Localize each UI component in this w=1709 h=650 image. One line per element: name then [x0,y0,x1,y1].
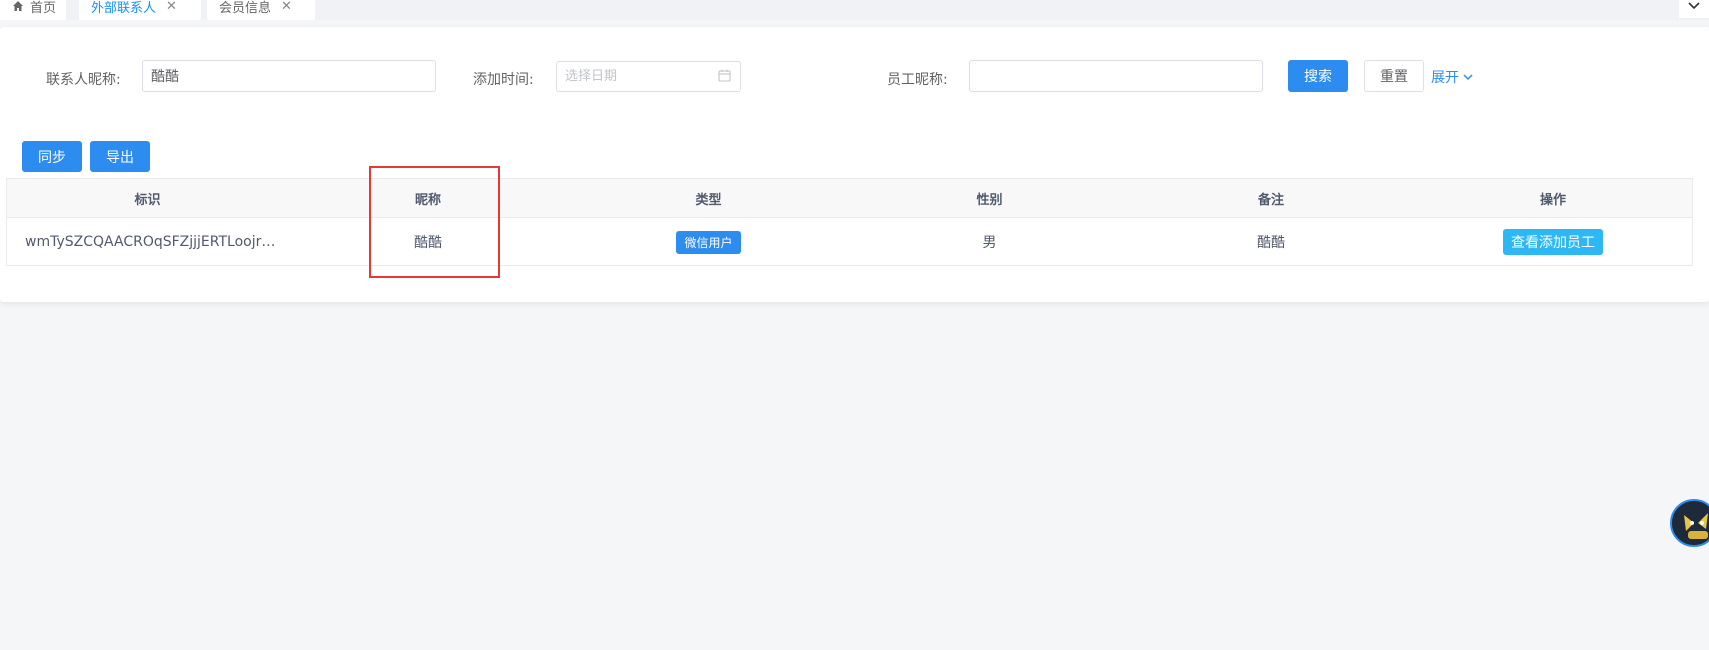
close-icon[interactable]: ✕ [281,0,292,14]
cell-actions: 查看添加员工 [1412,218,1694,266]
home-icon [12,0,24,12]
employee-nickname-label: 员工昵称: [887,72,948,88]
highlight-box [369,166,500,278]
table-header: 标识 昵称 类型 性别 备注 操作 [7,179,1692,218]
cell-type: 微信用户 [568,218,849,266]
column-header-gender: 性别 [976,192,1003,208]
sync-button[interactable]: 同步 [22,141,82,172]
export-button[interactable]: 导出 [90,141,150,172]
expand-link[interactable]: 展开 [1431,67,1473,87]
cell-gender: 男 [982,235,997,251]
tab-home[interactable]: 首页 [0,0,66,20]
reset-button[interactable]: 重置 [1364,60,1424,92]
avatar[interactable] [1670,499,1709,547]
type-badge: 微信用户 [676,230,741,254]
close-icon[interactable]: ✕ [166,0,177,14]
column-header-actions: 操作 [1539,192,1566,208]
add-time-input[interactable] [556,61,741,92]
add-time-label: 添加时间: [473,72,534,88]
view-added-employees-button[interactable]: 查看添加员工 [1503,229,1603,255]
cell-remark: 酷酷 [1257,235,1285,251]
table-row: wmTySZCQAACROqSFZjjjERTLoojr… 酷酷 微信用户 男 … [7,218,1692,266]
column-header-id: 标识 [134,192,161,208]
add-time-picker[interactable] [556,61,741,92]
tabs-bar: 首页 外部联系人 ✕ 会员信息 ✕ [0,0,1709,20]
tabs-dropdown-button[interactable] [1679,0,1709,18]
expand-label: 展开 [1431,70,1459,86]
chevron-down-icon [1688,0,1700,14]
tab-external-contacts[interactable]: 外部联系人 ✕ [79,0,201,20]
calendar-icon [718,69,731,86]
cell-id: wmTySZCQAACROqSFZjjjERTLoojr… [25,234,276,250]
tab-member-info[interactable]: 会员信息 ✕ [207,0,315,20]
tab-label: 会员信息 [219,0,272,16]
column-header-type: 类型 [695,192,722,208]
chevron-down-icon [1463,69,1473,85]
tab-label: 外部联系人 [91,0,157,16]
contact-nickname-label: 联系人昵称: [46,72,121,88]
contacts-table: 标识 昵称 类型 性别 备注 操作 wmTySZCQAACROqSFZjjjER… [6,178,1693,266]
search-button[interactable]: 搜索 [1288,60,1348,92]
employee-nickname-input[interactable] [969,60,1263,92]
tab-label: 首页 [30,0,57,16]
contact-nickname-input[interactable] [142,60,436,92]
column-header-remark: 备注 [1257,192,1284,208]
